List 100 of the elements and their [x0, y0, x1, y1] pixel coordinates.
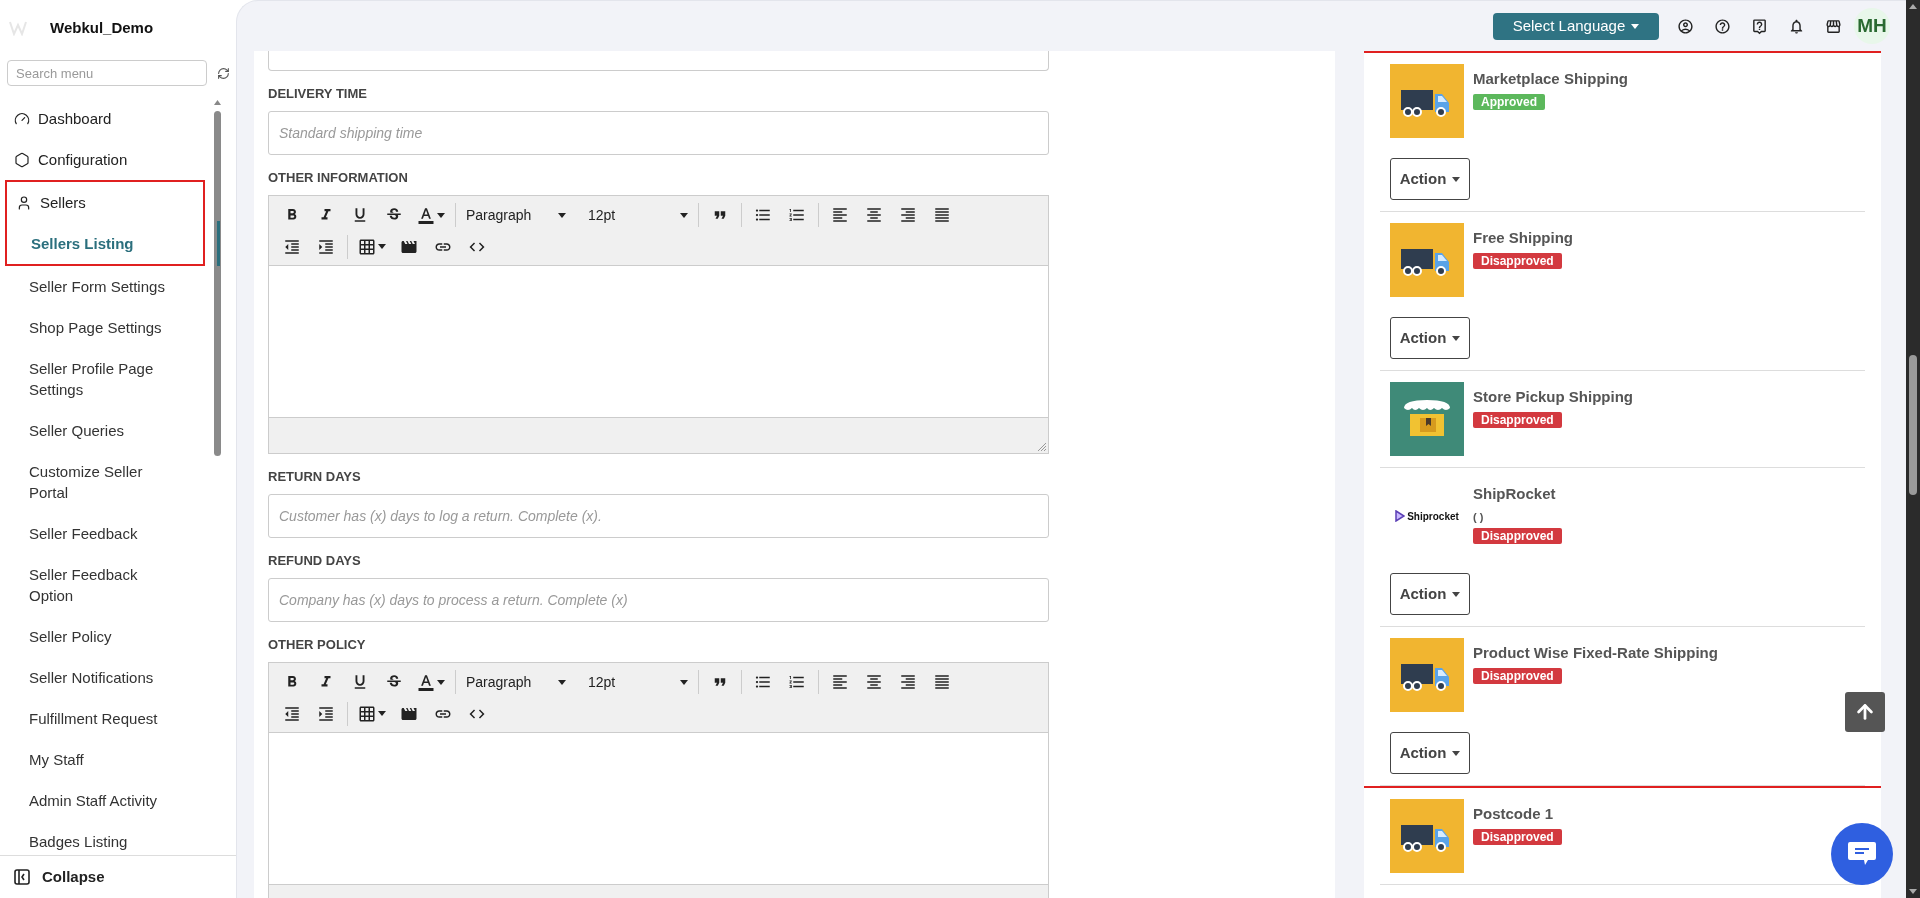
store-stall-icon	[1390, 382, 1464, 456]
chat-help-icon[interactable]	[1751, 17, 1768, 35]
account-icon[interactable]	[1677, 17, 1694, 35]
resize-grip-icon[interactable]	[1038, 443, 1046, 451]
scroll-up-icon[interactable]	[1909, 4, 1917, 9]
collapse-label[interactable]: Collapse	[42, 865, 105, 889]
font-size-select[interactable]: 12pt	[582, 668, 694, 696]
caret-icon	[680, 679, 688, 685]
status-badge: Disapproved	[1473, 411, 1562, 428]
refresh-icon[interactable]	[217, 66, 230, 80]
font-size-select[interactable]: 12pt	[582, 201, 694, 229]
input-field[interactable]: Company has (x) days to process a return. Complete (x)	[268, 578, 1049, 622]
sidebar-subitem[interactable]: Customize Seller Portal	[0, 451, 185, 513]
status-badge: Approved	[1473, 93, 1545, 110]
language-select[interactable]: Select Language	[1493, 12, 1659, 40]
caret-icon	[680, 212, 688, 218]
align-center-icon	[865, 673, 883, 691]
status-badge: Disapproved	[1473, 667, 1562, 684]
outdent-icon	[283, 704, 301, 723]
sidebar-subitem[interactable]: My Staff	[0, 739, 185, 780]
caret-icon	[558, 212, 566, 218]
sidebar-subitem[interactable]: Sellers Listing	[2, 223, 187, 264]
align-right-icon	[899, 206, 917, 224]
caret-icon	[378, 244, 386, 249]
field-label: RETURN DAYS	[268, 469, 362, 485]
status-badge: Disapproved	[1473, 528, 1562, 544]
sidebar-item[interactable]: Sellers	[2, 182, 203, 223]
scroll-up-icon[interactable]	[213, 100, 221, 105]
caret-icon	[1452, 335, 1461, 341]
caret-icon	[437, 679, 445, 685]
field-label: REFUND DAYS	[268, 553, 362, 569]
action-dropdown[interactable]: Action	[1390, 158, 1470, 200]
align-left-icon	[831, 673, 849, 691]
field-label: DELIVERY TIME	[268, 86, 368, 102]
search-field[interactable]: Search menu	[7, 60, 208, 86]
shiprocket-logo: Shiprocket	[1390, 479, 1464, 553]
user-avatar[interactable]: MH	[1854, 8, 1890, 44]
caret-icon	[437, 212, 445, 218]
sidebar-subitem[interactable]: Shop Page Settings	[0, 307, 185, 348]
notification-icon[interactable]	[1788, 17, 1805, 35]
caret-icon	[1631, 23, 1640, 29]
input-field[interactable]: Standard shipping time	[268, 111, 1049, 155]
page-scrollbar[interactable]	[1906, 0, 1920, 898]
table-icon	[358, 237, 376, 256]
sidebar-subitem[interactable]: Seller Feedback	[0, 513, 185, 554]
field-label: OTHER POLICY	[268, 637, 367, 653]
menu-icon	[14, 151, 30, 168]
scroll-down-icon[interactable]	[1909, 889, 1917, 894]
caret-icon	[1452, 750, 1461, 756]
truck-icon	[1390, 223, 1464, 297]
caret-icon	[378, 711, 386, 716]
indent-icon	[317, 237, 335, 256]
menu-icon	[14, 110, 30, 127]
panel-collapse-icon[interactable]	[14, 869, 30, 885]
sidebar-subitem[interactable]: Fulfillment Request	[0, 698, 185, 739]
sidebar-subitem[interactable]: Seller Feedback Option	[0, 554, 185, 616]
truck-icon	[1390, 638, 1464, 712]
action-dropdown[interactable]: Action	[1390, 317, 1470, 359]
shipping-method-name: Store Pickup Shipping	[1473, 387, 1633, 407]
sidebar-subitem[interactable]: Seller Policy	[0, 616, 185, 657]
field-label: OTHER INFORMATION	[268, 170, 409, 186]
table-icon	[358, 704, 376, 723]
action-dropdown[interactable]: Action	[1390, 573, 1470, 615]
sidebar-subitem[interactable]: Seller Notifications	[0, 657, 185, 698]
align-left-icon	[831, 206, 849, 224]
status-badge: Disapproved	[1473, 828, 1562, 845]
scrollbar-thumb[interactable]	[1909, 355, 1917, 495]
align-justify-icon	[933, 206, 951, 224]
block-format-select[interactable]: Paragraph	[460, 201, 572, 229]
method-note: ( )	[1473, 509, 1484, 525]
block-format-select[interactable]: Paragraph	[460, 668, 572, 696]
numbered-list-icon	[788, 673, 806, 691]
caret-icon	[558, 679, 566, 685]
sidebar-subitem[interactable]: Seller Queries	[0, 410, 185, 451]
sidebar-subitem[interactable]: Badges Listing	[0, 821, 185, 855]
align-center-icon	[865, 206, 883, 224]
action-dropdown[interactable]: Action	[1390, 732, 1470, 774]
sidebar-subitem[interactable]: Seller Profile Page Settings	[0, 348, 185, 410]
input-field[interactable]: Customer has (x) days to log a return. Complete (x).	[268, 494, 1049, 538]
input-field[interactable]	[268, 51, 1049, 71]
align-right-icon	[899, 673, 917, 691]
truck-icon	[1390, 64, 1464, 138]
shipping-method-name: ShipRocket	[1473, 484, 1556, 504]
brand-name: Webkul_Demo	[50, 17, 154, 38]
align-justify-icon	[933, 673, 951, 691]
outdent-icon	[283, 237, 301, 256]
menu-icon	[16, 194, 32, 211]
indent-icon	[317, 704, 335, 723]
sidebar-subitem[interactable]: Admin Staff Activity	[0, 780, 185, 821]
status-badge: Disapproved	[1473, 252, 1562, 269]
shipping-method-name: Postcode 1	[1473, 804, 1554, 824]
store-icon[interactable]	[1825, 17, 1842, 35]
caret-icon	[1452, 176, 1461, 182]
shipping-method-name: Product Wise Fixed-Rate Shipping	[1473, 643, 1718, 663]
sidebar-subitem[interactable]: Seller Form Settings	[0, 266, 185, 307]
numbered-list-icon	[788, 206, 806, 224]
text-color-icon	[417, 206, 435, 224]
help-icon[interactable]	[1714, 17, 1731, 35]
scroll-to-top-button[interactable]	[1845, 692, 1885, 732]
truck-icon	[1390, 799, 1464, 873]
